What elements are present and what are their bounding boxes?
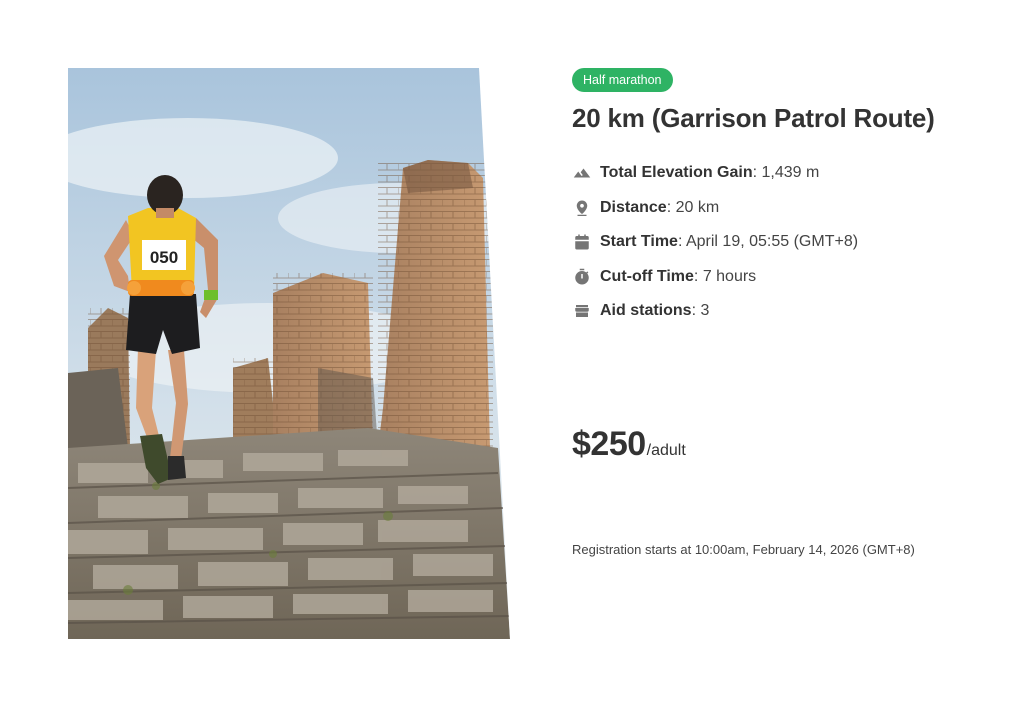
map-pin-icon (572, 198, 592, 218)
fact-aid-stations: Aid stations: 3 (572, 294, 1002, 329)
fact-value: 1,439 m (761, 164, 820, 182)
fact-label: Start Time (600, 233, 678, 251)
fact-label: Cut-off Time (600, 267, 694, 285)
fact-value: April 19, 05:55 (GMT+8) (685, 233, 859, 251)
race-category-badge: Half marathon (572, 68, 673, 92)
event-title: 20 km (Garrison Patrol Route) (572, 103, 935, 133)
fact-value: 20 km (675, 198, 720, 216)
event-info: Half marathon 20 km (Garrison Patrol Rou… (572, 68, 1002, 329)
fact-text: Distance: 20 km (600, 199, 719, 217)
fact-start-time: Start Time: April 19, 05:55 (GMT+8) (572, 225, 1002, 260)
price: $250 /adult (572, 425, 686, 464)
fact-cutoff-time: Cut-off Time: 7 hours (572, 260, 1002, 295)
fact-elevation-gain: Total Elevation Gain: 1,439 m (572, 156, 1002, 191)
bib-number: 050 (150, 248, 178, 267)
event-photo: 050 (68, 68, 510, 639)
runner-great-wall-image: 050 (68, 68, 510, 639)
fact-separator: : (752, 164, 762, 182)
fact-text: Aid stations: 3 (600, 302, 709, 320)
fact-text: Total Elevation Gain: 1,439 m (600, 164, 819, 182)
registration-note: Registration starts at 10:00am, February… (572, 542, 915, 557)
fact-label: Aid stations (600, 302, 692, 320)
fact-separator: : (666, 198, 676, 216)
store-icon (572, 301, 592, 321)
fact-label: Distance (600, 198, 667, 216)
price-unit: /adult (646, 442, 686, 459)
fact-label: Total Elevation Gain (600, 164, 753, 182)
fact-value: 7 hours (702, 267, 757, 285)
mountain-icon (572, 163, 592, 183)
calendar-icon (572, 232, 592, 252)
fact-separator: : (677, 233, 686, 251)
fact-value: 3 (700, 302, 710, 320)
fact-text: Cut-off Time: 7 hours (600, 268, 756, 286)
fact-distance: Distance: 20 km (572, 191, 1002, 226)
fact-text: Start Time: April 19, 05:55 (GMT+8) (600, 233, 858, 251)
event-facts-list: Total Elevation Gain: 1,439 m Distance: … (572, 156, 1002, 329)
stopwatch-icon (572, 267, 592, 287)
price-amount: $250 (572, 425, 646, 463)
fact-separator: : (693, 267, 703, 285)
